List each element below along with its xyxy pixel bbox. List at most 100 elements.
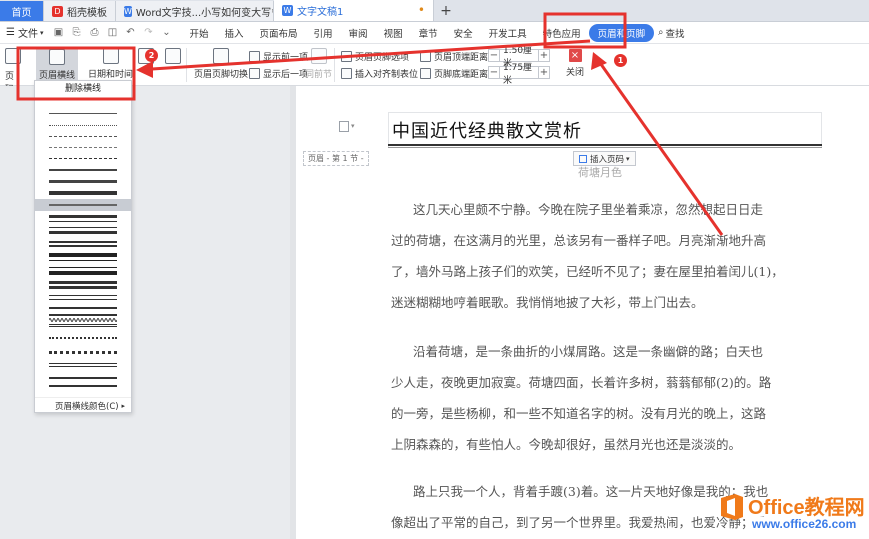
show-next-button[interactable]: 显示后一项 xyxy=(249,67,308,80)
header-line-color-option[interactable]: 页眉横线颜色(C) ▸ xyxy=(35,397,131,413)
menu-page-layout[interactable]: 页面布局 xyxy=(252,26,306,40)
line-style-option[interactable] xyxy=(49,253,117,261)
close-icon: × xyxy=(568,49,582,62)
paragraph-1[interactable]: 这几天心里颇不宁静。今晚在院子里坐着乘凉，忽然想起日日走 过的荷塘，在这满月的光… xyxy=(391,194,821,318)
paragraph-2[interactable]: 沿着荷塘，是一条曲折的小煤屑路。这是一条幽僻的路；白天也 少人走，夜晚更加寂寞。… xyxy=(391,336,821,460)
close-header-footer-button[interactable]: × 关闭 xyxy=(566,49,584,78)
footer-bottom-stepper[interactable]: − 1.75厘米 + xyxy=(488,63,550,86)
undo-icon[interactable]: ↶ xyxy=(122,25,138,41)
print-icon[interactable]: ⎙ xyxy=(86,25,102,41)
tab-document1-label: 文字文稿1 xyxy=(297,6,344,18)
footer-bottom-value[interactable]: 1.75厘米 xyxy=(500,63,538,86)
line-style-option[interactable] xyxy=(49,113,117,114)
line-style-option[interactable] xyxy=(49,377,117,387)
show-prev-button[interactable]: 显示前一项 xyxy=(249,50,308,63)
field-icon xyxy=(165,48,181,64)
insert-page-number-button[interactable]: 插入页码 ▾ xyxy=(573,151,636,166)
datetime-button[interactable]: 日期和时间 xyxy=(88,48,133,80)
options-icon xyxy=(341,51,352,62)
line-style-option[interactable] xyxy=(49,147,117,148)
line-style-option[interactable] xyxy=(35,199,131,211)
menu-start[interactable]: 开始 xyxy=(181,26,216,40)
menu-view[interactable]: 视图 xyxy=(376,26,411,40)
increment-button[interactable]: + xyxy=(538,49,550,62)
tab-daoke-label: 稻壳模板 xyxy=(67,7,107,19)
line-style-option[interactable] xyxy=(49,307,117,316)
increment-button[interactable]: + xyxy=(538,66,550,79)
show-next-icon xyxy=(249,68,260,79)
tab-bar: 首页 D 稻壳模板 W Word文字技...小写如何变大写 ▭ × W 文字文稿… xyxy=(0,0,869,22)
line-style-option[interactable] xyxy=(49,337,117,339)
redo-icon[interactable]: ↷ xyxy=(140,25,156,41)
menu-special-apps[interactable]: 特色应用 xyxy=(535,26,589,40)
line-style-option[interactable] xyxy=(49,241,117,247)
same-as-prev-button[interactable]: 同前节 xyxy=(305,48,332,80)
export-icon[interactable]: ⎘ xyxy=(68,25,84,41)
menu-header-footer[interactable]: 页眉和页脚 xyxy=(588,23,655,42)
page-icon[interactable] xyxy=(339,121,349,132)
delete-line-option[interactable]: 删除横线 xyxy=(35,81,131,99)
watermark-brand: Office教程网 xyxy=(748,497,865,519)
text-line: 迷迷糊糊地哼着眠歌。我悄悄地披了大衫，带上门出去。 xyxy=(391,295,704,310)
decrement-button[interactable]: − xyxy=(488,49,500,62)
footer-bottom-distance: 页脚底端距离: xyxy=(420,67,491,80)
hamburger-icon: ☰ xyxy=(6,27,15,38)
text-line: 了，墙外马路上孩子们的欢笑，已经听不见了；妻在屋里拍着闰儿(1)， xyxy=(391,264,784,279)
page-number-icon xyxy=(579,154,587,163)
header-section-tag: 页眉 - 第 1 节 - xyxy=(303,151,369,166)
line-style-option[interactable] xyxy=(49,363,117,367)
tab-home[interactable]: 首页 xyxy=(0,1,44,21)
line-style-option[interactable] xyxy=(49,215,117,222)
line-style-option[interactable] xyxy=(49,191,117,195)
text-line: 的一旁，是些杨柳，和一些不知道名字的树。没有月光的晚上，这路 xyxy=(391,406,767,421)
ribbon-separator xyxy=(334,48,335,82)
line-style-option[interactable] xyxy=(49,169,117,171)
header-footer-switch-label: 页眉页脚切换 xyxy=(194,70,249,80)
menu-insert[interactable]: 插入 xyxy=(217,26,252,40)
menu-references[interactable]: 引用 xyxy=(306,26,341,40)
line-style-option[interactable] xyxy=(49,281,117,289)
ribbon-separator xyxy=(186,48,187,82)
show-next-label: 显示后一项 xyxy=(263,70,309,80)
line-style-option[interactable] xyxy=(49,351,117,354)
search-button[interactable]: ⌕ 查找 xyxy=(658,26,684,40)
tab-document1[interactable]: W 文字文稿1 • xyxy=(274,0,434,21)
line-style-option[interactable] xyxy=(49,227,117,234)
tab-home-label: 首页 xyxy=(11,7,32,19)
menu-review[interactable]: 审阅 xyxy=(341,26,376,40)
line-style-option[interactable] xyxy=(49,295,117,300)
header-line-button[interactable]: 页眉横线 xyxy=(36,47,78,81)
line-style-option[interactable] xyxy=(49,324,117,327)
step-badge-1: 1 xyxy=(614,54,627,67)
line-style-option[interactable] xyxy=(49,125,117,126)
tab-daoke[interactable]: D 稻壳模板 xyxy=(44,1,116,21)
header-footer-switch-button[interactable]: 页眉页脚切换 xyxy=(194,48,248,80)
wavy-line-option[interactable] xyxy=(49,317,117,323)
office-logo-icon xyxy=(721,494,743,520)
customize-icon[interactable]: ⌄ xyxy=(158,25,174,41)
menu-dev-tools[interactable]: 开发工具 xyxy=(481,26,535,40)
search-label: 查找 xyxy=(665,28,685,40)
line-style-option[interactable] xyxy=(49,158,117,159)
tab-word-tips[interactable]: W Word文字技...小写如何变大写 ▭ × xyxy=(116,1,274,21)
hf-options-button[interactable]: 页眉页脚选项 xyxy=(341,50,409,63)
menu-section[interactable]: 章节 xyxy=(411,26,446,40)
line-style-option[interactable] xyxy=(49,136,117,137)
decrement-button[interactable]: − xyxy=(488,66,500,79)
menu-security[interactable]: 安全 xyxy=(446,26,481,40)
show-prev-label: 显示前一项 xyxy=(263,53,309,63)
close-label: 关闭 xyxy=(566,68,585,78)
page-number-button[interactable]: 页码 xyxy=(5,48,21,95)
line-style-option[interactable] xyxy=(49,180,117,183)
field-button[interactable] xyxy=(165,48,181,67)
header-title[interactable]: 中国近代经典散文赏析 xyxy=(392,117,582,143)
print-preview-icon[interactable]: ◫ xyxy=(104,25,120,41)
new-tab-button[interactable]: + xyxy=(434,1,458,21)
insert-align-tab-button[interactable]: 插入对齐制表位 xyxy=(341,67,418,80)
line-style-option[interactable] xyxy=(49,267,117,275)
save-icon[interactable]: ▣ xyxy=(50,25,66,41)
text-line: 少人走，夜晚更加寂寞。荷塘四面，长着许多树，蓊蓊郁郁(2)的。路 xyxy=(391,375,772,390)
header-top-distance: 页眉顶端距离: xyxy=(420,50,491,63)
unsaved-dot-icon[interactable]: • xyxy=(418,3,425,17)
file-menu[interactable]: ☰ 文件 ▾ xyxy=(0,25,49,40)
